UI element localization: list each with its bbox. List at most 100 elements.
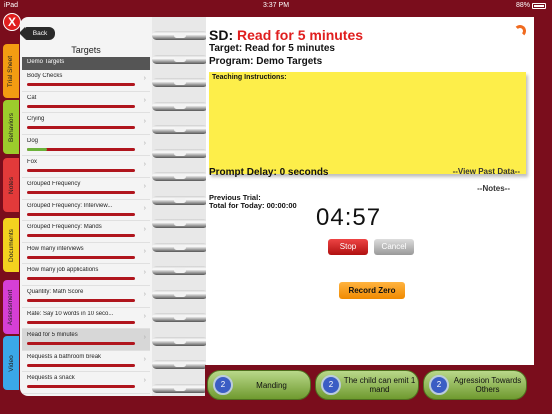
tab-assessment[interactable]: Assessment (3, 280, 19, 334)
progress-bar (27, 126, 135, 130)
behavior-counter-button[interactable]: 2 The child can emit 1 mand (315, 370, 419, 400)
spiral-ring (152, 148, 208, 158)
spiral-ring (152, 383, 208, 393)
behavior-label: Manding (256, 380, 287, 390)
status-bar: iPad 3:37 PM 88% (0, 0, 552, 11)
chevron-right-icon: › (143, 226, 146, 234)
sd-value: Read for 5 minutes (237, 27, 364, 43)
progress-fill (27, 147, 47, 151)
sd-heading: SD: Read for 5 minutes (209, 27, 364, 43)
list-item[interactable]: Requests a bathroom break › (22, 351, 150, 373)
spiral-ring (152, 172, 208, 181)
prompt-delay: Prompt Delay: 0 seconds (209, 167, 329, 178)
tab-video[interactable]: Video (3, 336, 19, 390)
progress-bar (27, 190, 135, 194)
back-button[interactable]: Back (20, 27, 55, 40)
countdown-timer: 04:57 (316, 204, 382, 231)
progress-bar (27, 363, 135, 367)
list-item[interactable]: Grouped Frequency: Mands › (22, 221, 150, 243)
spiral-ring (152, 31, 208, 40)
view-past-data-link[interactable]: --View Past Data-- (453, 167, 520, 176)
tab-notes[interactable]: Notes (3, 158, 19, 212)
list-item-label: Read for 5 minutes (27, 332, 78, 339)
total-today: Total for Today: 00:00:00 (209, 201, 297, 210)
progress-bar (27, 277, 135, 281)
chevron-right-icon: › (143, 182, 146, 190)
chevron-right-icon: › (143, 312, 146, 320)
close-button[interactable]: X (3, 13, 21, 31)
spiral-ring (152, 242, 208, 252)
trial-detail: SD: Read for 5 minutes Target: Read for … (206, 17, 534, 365)
targets-panel: Back Targets Demo Targets Body Checks › Cat… (20, 17, 152, 396)
list-item-label: Demo Targets (27, 59, 65, 65)
list-item-label: Quantity: Math Score (27, 288, 84, 295)
progress-bar (27, 255, 135, 259)
battery-icon (532, 2, 546, 9)
chevron-right-icon: › (143, 204, 146, 212)
list-item-label: Grouped Frequency (27, 180, 81, 187)
behavior-label: The child can emit 1 mand (343, 376, 416, 394)
tab-behaviors[interactable]: Behaviors (3, 100, 19, 154)
progress-bar (27, 234, 135, 238)
list-item-label: How many job applications (27, 267, 99, 274)
list-item[interactable]: Quantity: Math Score › (22, 286, 150, 308)
list-item[interactable]: Crying › (22, 113, 150, 135)
spiral-ring (152, 54, 208, 64)
list-item-label: Rate: Say 10 words in 10 seco... (27, 310, 114, 317)
list-item[interactable]: How many job applications › (22, 264, 150, 286)
list-item[interactable]: Body Checks › (22, 70, 150, 92)
chevron-right-icon: › (143, 334, 146, 342)
spiral-ring (152, 125, 208, 134)
chevron-right-icon: › (143, 247, 146, 255)
list-item[interactable]: How many interviews › (22, 243, 150, 265)
spiral-ring (152, 360, 208, 369)
spiral-ring (152, 219, 208, 228)
teaching-instructions-label: Teaching Instructions: (212, 74, 287, 81)
list-item[interactable]: Grouped Frequency: Interview... › (22, 200, 150, 222)
behavior-bar: 2 Manding 2 The child can emit 1 mand 2 Agres… (205, 365, 535, 407)
list-item[interactable]: Rate: Say 10 words in 10 seco... › (22, 308, 150, 330)
progress-bar (27, 342, 135, 346)
count-badge: 2 (321, 375, 341, 395)
list-item-label: Body Checks (27, 73, 63, 79)
list-item-label: Fox (27, 159, 38, 166)
spiral-ring (152, 78, 208, 87)
list-item[interactable]: Grouped Frequency › (22, 178, 150, 200)
targets-list: Demo Targets Body Checks › Cat › Crying › Dog › F… (22, 57, 150, 394)
list-item[interactable]: Fox › (22, 156, 150, 178)
behavior-label: Agression Towards Others (453, 376, 522, 394)
teaching-instructions-note[interactable]: Teaching Instructions: (209, 72, 526, 174)
spiral-ring (152, 313, 208, 322)
spiral-ring (152, 289, 208, 299)
stop-button[interactable]: Stop (328, 239, 368, 255)
progress-bar (27, 320, 135, 324)
undo-icon[interactable] (514, 25, 526, 37)
behavior-counter-button[interactable]: 2 Manding (207, 370, 311, 400)
tab-documents[interactable]: Documents (3, 218, 19, 272)
tab-trial-sheet[interactable]: Trial Sheet (3, 44, 19, 98)
list-item-label: Dog (27, 137, 39, 144)
list-item-label: Crying (27, 116, 45, 123)
spiral-ring (152, 336, 208, 346)
chevron-right-icon: › (143, 355, 146, 363)
list-item[interactable]: Read for 5 minutes › (22, 329, 150, 351)
chevron-right-icon: › (143, 290, 146, 298)
targets-title: Targets (71, 45, 101, 55)
list-item[interactable]: Cat › (22, 92, 150, 114)
spiral-ring (152, 101, 208, 111)
notes-link[interactable]: --Notes-- (477, 184, 510, 193)
target-label: Target: Read for 5 minutes (209, 43, 335, 54)
list-item-label: Cat (27, 94, 37, 101)
progress-bar (27, 385, 135, 389)
progress-bar (27, 83, 135, 86)
list-item[interactable]: Dog › (22, 135, 150, 157)
chevron-right-icon: › (143, 269, 146, 277)
list-item[interactable]: Requests a snack › (22, 372, 150, 394)
cancel-button[interactable]: Cancel (374, 239, 414, 255)
record-zero-button[interactable]: Record Zero (339, 282, 405, 299)
count-badge: 2 (213, 375, 233, 395)
chevron-right-icon: › (143, 96, 146, 104)
progress-bar (27, 212, 135, 216)
behavior-counter-button[interactable]: 2 Agression Towards Others (423, 370, 527, 400)
chevron-right-icon: › (143, 161, 146, 169)
